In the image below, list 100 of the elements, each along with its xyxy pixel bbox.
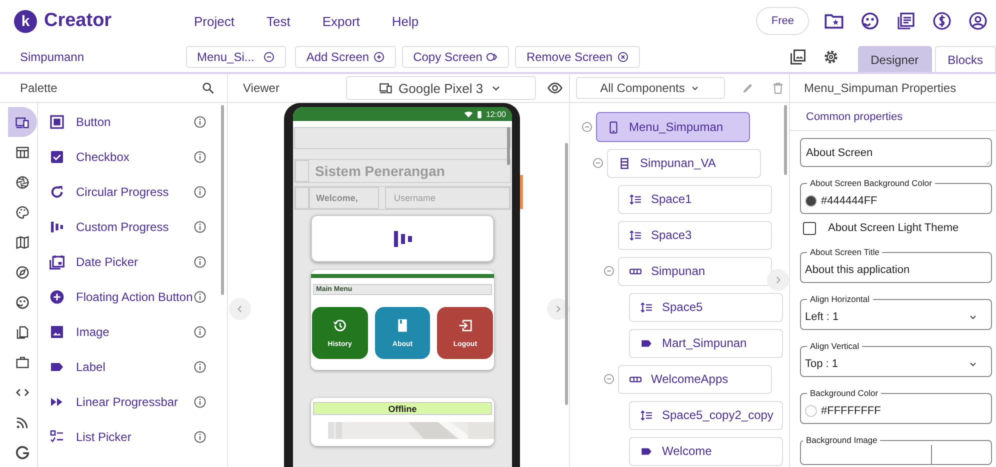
menu-item[interactable]: Project	[194, 14, 234, 29]
toolbar-button[interactable]: Remove Screen	[515, 46, 640, 68]
tree-node[interactable]: Space5_copy2_copy	[629, 400, 783, 430]
info-icon[interactable]	[193, 324, 207, 338]
tree-node[interactable]: WelcomeApps	[618, 364, 772, 394]
battery-icon	[474, 110, 484, 118]
info-icon[interactable]	[193, 360, 207, 374]
color-field[interactable]: Background Color #FFFFFFFF	[800, 388, 992, 424]
field-label: Background Image	[805, 435, 878, 445]
settings-icon[interactable]	[822, 48, 840, 66]
field-label: About Screen Title	[809, 247, 880, 257]
filter-dropdown[interactable]: All Components	[576, 77, 725, 99]
account-icon[interactable]	[968, 11, 988, 32]
image-icon	[49, 324, 65, 340]
color-swatch[interactable]	[805, 194, 817, 206]
wifi-icon	[464, 110, 473, 118]
copy-icon	[486, 51, 498, 64]
select-field[interactable]: Align Horizontal Left : 1	[800, 294, 992, 330]
text-field[interactable]: About Screen Title About this application	[800, 247, 992, 283]
info-icon[interactable]	[193, 254, 207, 268]
feed-icon	[15, 414, 30, 430]
mode-tab[interactable]: Blocks	[934, 46, 996, 72]
palette-item[interactable]: Checkbox	[76, 150, 193, 164]
info-icon[interactable]	[193, 114, 207, 128]
text-area[interactable]: About Screen	[800, 138, 992, 167]
close-icon	[616, 51, 629, 64]
logo: k	[14, 10, 37, 33]
palette-item[interactable]: Circular Progress	[76, 184, 193, 198]
info-icon[interactable]	[193, 430, 207, 444]
face-icon[interactable]	[860, 11, 880, 32]
tree-node[interactable]: Simpunan_VA	[607, 148, 761, 178]
collapse-icon[interactable]	[581, 121, 593, 133]
palette-item[interactable]: Floating Action Button	[76, 290, 193, 304]
collapse-icon[interactable]	[592, 157, 604, 169]
add-icon	[373, 51, 386, 64]
toolbar-button[interactable]: Add Screen	[295, 46, 396, 68]
tree-node[interactable]: Mart_Simpunan	[629, 328, 783, 358]
panel-title: Viewer	[243, 81, 280, 95]
bars-icon	[49, 218, 65, 234]
checkbox-icon	[49, 148, 65, 164]
menu-item[interactable]: Export	[322, 14, 360, 29]
image-field[interactable]: Background Image	[800, 435, 992, 465]
palette-item[interactable]: Linear Progressbar	[76, 394, 193, 408]
field-label: Align Horizontal	[809, 294, 871, 304]
info-icon[interactable]	[193, 394, 207, 408]
palette-item[interactable]: Button	[76, 114, 193, 128]
palette-item[interactable]: Date Picker	[76, 254, 193, 268]
devices-icon	[378, 81, 393, 95]
collapse-icon[interactable]	[603, 373, 615, 385]
device-dropdown[interactable]: Google Pixel 3	[346, 76, 536, 100]
collapse-icon[interactable]	[603, 265, 615, 277]
tree-node[interactable]: Simpunan	[618, 256, 772, 286]
spacing-icon	[640, 300, 653, 314]
section-link[interactable]: Common properties	[806, 110, 903, 122]
mode-tab[interactable]: Designer	[858, 46, 932, 72]
info-icon[interactable]	[193, 220, 207, 234]
collapse-icon	[263, 51, 276, 64]
color-swatch[interactable]	[805, 404, 817, 416]
tree-node[interactable]: Space3	[618, 220, 772, 250]
field-label: Background Color	[809, 388, 880, 398]
scrollbar	[507, 127, 510, 165]
tree-node[interactable]: Welcome	[629, 436, 783, 466]
screen-dropdown[interactable]: Menu_Si...	[186, 46, 286, 68]
palette-item[interactable]: Label	[76, 360, 193, 374]
select-field[interactable]: Align Vertical Top : 1	[800, 341, 992, 377]
compass-icon	[15, 264, 30, 280]
info-icon[interactable]	[193, 184, 207, 198]
info-icon[interactable]	[193, 150, 207, 164]
category-tab[interactable]	[8, 107, 37, 137]
document-icon[interactable]	[896, 11, 916, 32]
plus-circle-icon	[49, 288, 65, 304]
status-time: 12:00	[486, 110, 506, 118]
checkbox[interactable]	[803, 222, 816, 234]
palette-item[interactable]: List Picker	[76, 430, 193, 444]
palette-item[interactable]: Custom Progress	[76, 220, 193, 234]
checkbox-label: About Screen Light Theme	[828, 222, 959, 234]
eye-icon[interactable]	[547, 80, 563, 96]
plan-badge[interactable]: Free	[756, 7, 809, 36]
tree-node[interactable]: Menu_Simpuman	[596, 112, 750, 142]
briefcase-icon	[15, 354, 30, 370]
tree-node[interactable]: Space1	[618, 184, 772, 214]
calendar-icon	[49, 254, 65, 270]
app-name: Creator	[44, 10, 113, 32]
panel-title: Palette	[20, 81, 58, 95]
scrollbar	[784, 105, 787, 175]
dollar-icon[interactable]	[932, 11, 952, 32]
refresh-icon	[49, 184, 65, 200]
app-title: Sistem Penerangan	[315, 163, 445, 179]
menu-item[interactable]: Help	[392, 14, 419, 29]
vertical-layout-icon	[618, 156, 631, 170]
toolbar-button[interactable]: Copy Screen	[402, 46, 510, 68]
search-icon[interactable]	[201, 81, 215, 95]
info-icon[interactable]	[193, 290, 207, 304]
gallery-icon[interactable]	[788, 48, 807, 66]
tree-node[interactable]: Space5	[629, 292, 783, 322]
color-field[interactable]: About Screen Background Color #444444FF	[800, 178, 992, 214]
palette-item[interactable]: Image	[76, 324, 193, 338]
menu-item[interactable]: Test	[266, 14, 290, 29]
panel-title: Menu_Simpuman Properties	[804, 81, 956, 95]
spacing-icon	[640, 408, 653, 422]
